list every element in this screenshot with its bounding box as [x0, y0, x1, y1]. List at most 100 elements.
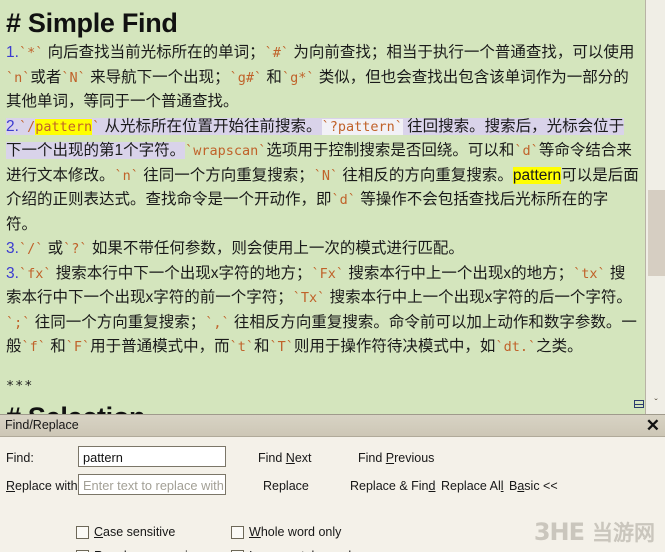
heading-simple-find: # Simple Find: [6, 8, 178, 38]
btn-accel: P: [385, 451, 395, 465]
inline-code: `Tx`: [292, 290, 326, 306]
btn-text: ext: [294, 451, 312, 465]
inline-code: `T`: [269, 339, 294, 355]
text-run: 和: [45, 338, 66, 355]
inline-code: `fx`: [18, 265, 52, 282]
replace-and-find-button[interactable]: Replace & Find: [350, 479, 435, 493]
inline-code: `g*`: [281, 69, 315, 86]
find-replace-panel: Find/Replace ✕ Find: Find Next Find Prev…: [0, 414, 665, 552]
text-run: 则用于操作符待决模式中，如: [293, 338, 496, 355]
inline-code: `?`: [63, 241, 88, 257]
btn-accel: N: [285, 451, 295, 465]
inline-code: `n`: [114, 167, 139, 184]
text-run: 往同一个方向重复搜索；: [30, 313, 206, 331]
checkbox-box[interactable]: [76, 525, 89, 539]
editor-vertical-scrollbar[interactable]: ˇ: [645, 0, 665, 414]
search-match-highlight: pattern: [512, 166, 562, 184]
text-run: 向后查找当前光标所在的单词；: [43, 44, 265, 61]
inline-code: `d`: [331, 192, 356, 208]
find-label: Find:: [6, 451, 34, 465]
list-number: 3.: [6, 264, 19, 282]
replace-button[interactable]: Replace: [263, 479, 309, 493]
checkbox-whole-word-only[interactable]: Whole word only: [231, 525, 341, 539]
paragraph-item-3a: 3.`/` 或`?` 如果不带任何参数，则会使用上一次的模式进行匹配。: [6, 237, 639, 262]
inline-code: `*`: [18, 45, 44, 61]
text-run: 搜索本行中上一个出现x字符的后一个字符。: [325, 289, 632, 306]
text-run: 用于普通模式中，而: [90, 338, 230, 355]
inline-code: `g#`: [229, 69, 263, 86]
divider-stars: ***: [6, 377, 34, 394]
watermark-latin: 3HE: [533, 518, 585, 546]
btn-text: Find: [258, 451, 286, 465]
inline-code: `f`: [21, 339, 46, 355]
close-icon[interactable]: ✕: [646, 415, 660, 436]
label-accel: R: [6, 479, 16, 493]
text-run: 之类。: [536, 338, 583, 355]
checkbox-label: Whole word only: [249, 525, 341, 539]
label-text: eplace with:: [15, 479, 82, 493]
btn-accel: d: [428, 479, 436, 493]
find-replace-title: Find/Replace: [5, 418, 79, 432]
checkbox-case-sensitive[interactable]: Case sensitive: [76, 525, 175, 539]
paragraph-item-1: 1.`*` 向后查找当前光标所在的单词；`#` 为向前查找；相当于执行一个普通查…: [6, 41, 639, 115]
inline-code: `N`: [313, 167, 339, 184]
btn-text: sic <<: [524, 479, 558, 493]
text-run: 为向前查找；相当于执行一个普通查找，可以使用: [289, 44, 635, 61]
replace-all-button[interactable]: Replace All: [441, 479, 504, 493]
search-match-highlight: pattern: [35, 118, 93, 135]
btn-accel: l: [500, 479, 504, 493]
inline-code: `d`: [514, 143, 539, 159]
list-number: 1.: [6, 44, 19, 61]
label-text: hole word only: [260, 525, 342, 539]
editor-pane[interactable]: # Simple Find 1.`*` 向后查找当前光标所在的单词；`#` 为向…: [0, 0, 665, 414]
inline-code: `wrapscan`: [185, 143, 267, 159]
label-accel: C: [94, 525, 104, 539]
inline-code: `/`: [18, 241, 44, 257]
btn-text: revious: [394, 451, 435, 465]
text-run: 来导航下一个出现；: [85, 68, 230, 86]
text-run: 或者: [30, 68, 62, 86]
text-run: 选项用于控制搜索是否回绕。可以和: [266, 142, 515, 159]
editor-status-icon: [634, 400, 644, 408]
paragraph-item-2: 2.`/pattern` 从光标所在位置开始往前搜索。`?pattern` 往回…: [6, 115, 639, 238]
find-next-button[interactable]: Find Next: [258, 451, 312, 465]
text-run: 或: [43, 240, 64, 257]
find-input[interactable]: [78, 446, 226, 467]
watermark: 3HE 当游网: [534, 517, 655, 547]
text-run: 搜索本行中上一个出现x的地方；: [344, 264, 574, 282]
editor-text-area[interactable]: # Simple Find 1.`*` 向后查找当前光标所在的单词；`#` 为向…: [0, 0, 645, 414]
scroll-down-icon[interactable]: ˇ: [646, 394, 665, 412]
scrollbar-thumb[interactable]: [648, 190, 665, 276]
text-run: 和: [254, 338, 270, 355]
btn-text: Replace & Fin: [350, 479, 429, 493]
inline-code: `?pattern`: [321, 118, 403, 135]
text-run: 从光标所在位置开始往前搜索。: [100, 117, 322, 135]
replace-input[interactable]: [78, 474, 226, 495]
paragraph-item-3b: 3.`fx` 搜索本行中下一个出现x字符的地方；`Fx` 搜索本行中上一个出现x…: [6, 262, 639, 360]
text-run: 和: [262, 68, 282, 86]
inline-code: `dt.`: [495, 339, 537, 355]
checkbox-label: Case sensitive: [94, 525, 175, 539]
inline-code: `#`: [264, 45, 290, 61]
checkbox-box[interactable]: [231, 525, 244, 539]
inline-code: `;`: [6, 314, 31, 331]
inline-code: `t`: [229, 339, 255, 355]
text-run: 如果不带任何参数，则会使用上一次的模式进行匹配。: [87, 240, 464, 257]
btn-text: Find: [358, 451, 386, 465]
inline-code: `,`: [205, 314, 230, 331]
app-root: # Simple Find 1.`*` 向后查找当前光标所在的单词；`#` 为向…: [0, 0, 665, 552]
label-text: ase sensitive: [103, 525, 176, 539]
inline-code: `N`: [61, 69, 86, 86]
find-replace-title-bar: Find/Replace ✕: [0, 415, 665, 437]
inline-code: `/: [18, 118, 36, 135]
inline-code: `tx`: [573, 265, 606, 282]
basic-toggle-button[interactable]: Basic <<: [509, 479, 558, 493]
btn-text: Replace Al: [441, 479, 501, 493]
text-run: 往相反的方向重复搜索。: [338, 166, 513, 184]
heading-selection: # Selection: [6, 400, 639, 414]
inline-code: `Fx`: [311, 265, 345, 282]
inline-code: `n`: [6, 69, 31, 86]
text-run: 搜索本行中下一个出现x字符的地方；: [51, 264, 312, 282]
find-previous-button[interactable]: Find Previous: [358, 451, 434, 465]
inline-code: `F`: [65, 339, 91, 355]
